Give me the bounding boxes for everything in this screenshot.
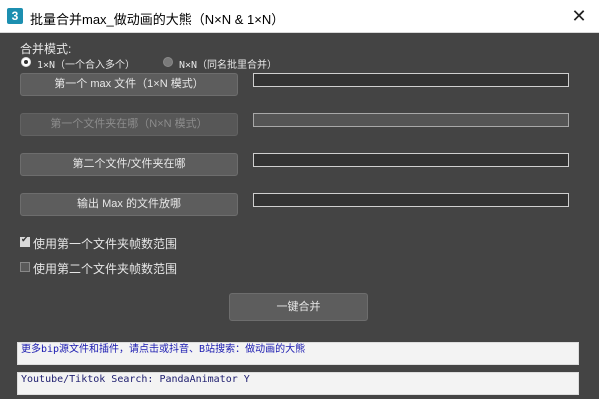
info-link-en[interactable]: Youtube/Tiktok Search: PandaAnimator Y — [17, 372, 579, 395]
first-max-file-button[interactable]: 第一个 max 文件（1×N 模式） — [20, 73, 238, 96]
second-file-folder-button[interactable]: 第二个文件/文件夹在哪 — [20, 153, 238, 176]
use-second-folder-frame-range-label: 使用第二个文件夹帧数范围 — [33, 262, 178, 276]
info-link-cn[interactable]: 更多bip源文件和插件，请点击或抖音、B站搜索：做动画的大熊 — [17, 342, 579, 365]
first-folder-field[interactable] — [253, 113, 569, 127]
first-max-file-field[interactable] — [253, 73, 569, 87]
output-max-folder-button[interactable]: 输出 Max 的文件放哪 — [20, 193, 238, 216]
window-title: 批量合并max_做动画的大熊（N×N & 1×N） — [30, 12, 285, 27]
first-folder-button[interactable]: 第一个文件夹在哪（N×N 模式） — [20, 113, 238, 136]
title-bar: 3 批量合并max_做动画的大熊（N×N & 1×N） ✕ — [0, 0, 599, 33]
use-first-folder-frame-range-checkbox[interactable] — [20, 235, 30, 247]
radio-1xn[interactable] — [21, 57, 31, 67]
radio-nxn-label: N×N（同名批里合并） — [179, 60, 278, 71]
close-icon[interactable]: ✕ — [559, 0, 599, 33]
radio-nxn[interactable] — [163, 57, 173, 67]
merge-mode-label: 合并模式: — [20, 42, 72, 56]
use-second-folder-frame-range-checkbox[interactable] — [20, 262, 30, 272]
radio-1xn-label: 1×N（一个合入多个） — [37, 60, 136, 71]
app-icon: 3 — [7, 8, 23, 24]
one-click-merge-button[interactable]: 一键合并 — [229, 293, 368, 321]
second-file-folder-field[interactable] — [253, 153, 569, 167]
use-first-folder-frame-range-label: 使用第一个文件夹帧数范围 — [33, 237, 178, 251]
output-max-folder-field[interactable] — [253, 193, 569, 207]
